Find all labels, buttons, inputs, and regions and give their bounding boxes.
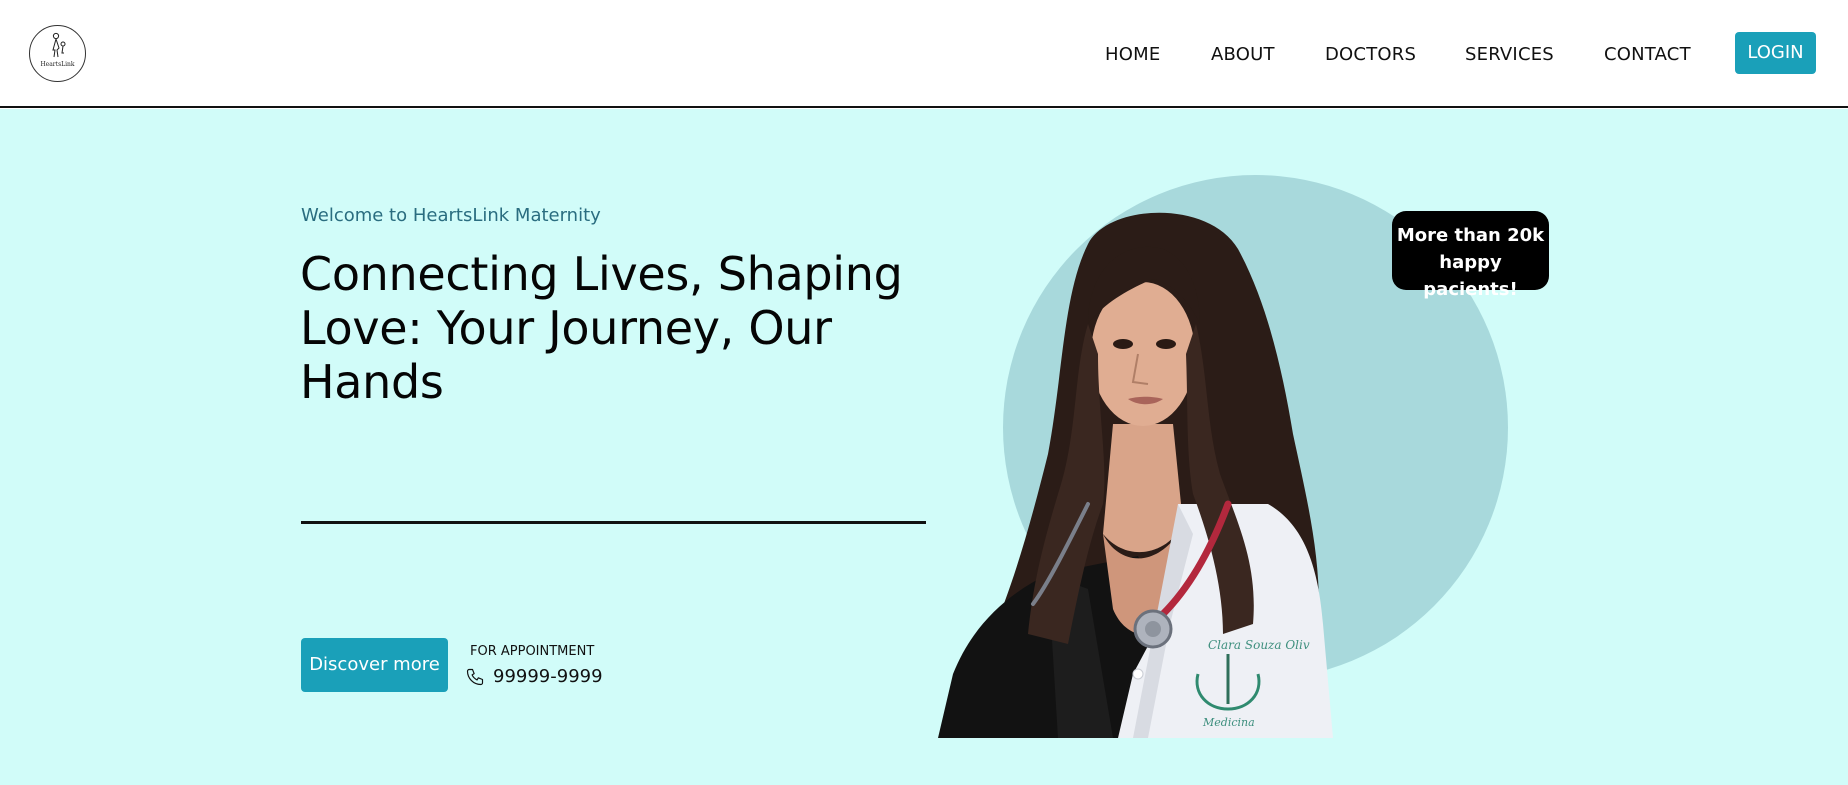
doctor-photo: Clara Souza Oliv Medicina xyxy=(938,204,1376,738)
logo[interactable]: HeartsLink xyxy=(29,25,86,82)
nav-services[interactable]: SERVICES xyxy=(1465,43,1554,67)
logo-text: HeartsLink xyxy=(40,61,75,68)
phone-number[interactable]: 99999-9999 xyxy=(493,666,603,687)
site-header: HeartsLink HOME ABOUT DOCTORS SERVICES C… xyxy=(0,0,1848,108)
hero-heading: Connecting Lives, Shaping Love: Your Jou… xyxy=(300,247,903,409)
doctor-illustration: Clara Souza Oliv Medicina xyxy=(938,212,1333,738)
mother-and-child-icon xyxy=(52,32,66,58)
discover-more-button[interactable]: Discover more xyxy=(301,638,448,692)
stats-badge-line1: More than 20k xyxy=(1396,225,1545,246)
appointment-label: FOR APPOINTMENT xyxy=(470,644,595,659)
phone-icon xyxy=(466,668,484,686)
nav-contact[interactable]: CONTACT xyxy=(1604,43,1691,67)
hero-divider xyxy=(301,521,926,524)
stats-badge: More than 20k happy pacients! xyxy=(1392,211,1549,300)
nav-about[interactable]: ABOUT xyxy=(1211,43,1275,67)
coat-name: Clara Souza Oliv xyxy=(1208,638,1310,652)
login-button[interactable]: LOGIN xyxy=(1735,32,1816,74)
nav-doctors[interactable]: DOCTORS xyxy=(1325,43,1416,67)
nav-home[interactable]: HOME xyxy=(1105,43,1160,67)
hero-section: Welcome to HeartsLink Maternity Connecti… xyxy=(0,109,1848,785)
coat-caption: Medicina xyxy=(1202,716,1255,729)
welcome-text: Welcome to HeartsLink Maternity xyxy=(301,205,601,226)
stats-badge-line2: happy pacients! xyxy=(1423,252,1518,300)
